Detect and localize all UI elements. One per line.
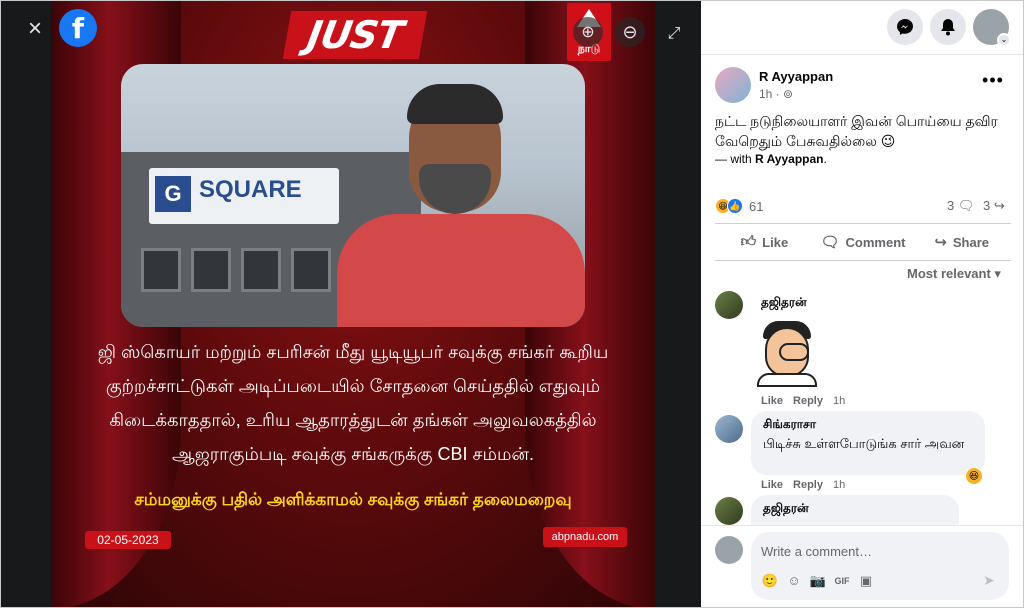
tagged-user-link[interactable]: R Ayyappan — [755, 152, 823, 166]
bell-glyph — [941, 19, 955, 36]
just-in-banner: JUST IN — [282, 11, 428, 105]
post-timestamp[interactable]: 1h · ⊚ — [759, 87, 793, 101]
building-window — [141, 248, 181, 292]
comment-count[interactable]: 3 🗨 — [947, 198, 974, 214]
more-options-icon[interactable]: ••• — [981, 71, 1005, 93]
poster-date: 02-05-2023 — [85, 531, 171, 549]
photo-viewer-window: JUST IN நாடு G SQUARE — [0, 0, 1024, 608]
comment-button[interactable]: 🗨︎ Comment — [814, 224, 913, 260]
post-text: நட்ட நடுநிலையாளர் இவன் பொய்யை தவிர வேறெத… — [715, 113, 998, 149]
comment-icon: 🗨︎ — [820, 234, 840, 251]
top-bar: ⌄ — [701, 1, 1023, 55]
reaction-summary[interactable]: 😆 👍 61 — [715, 197, 763, 215]
comment-composer: 🙂 ☺ 📷 GIF ▣ ➤ — [701, 525, 1023, 607]
comment-time[interactable]: 1h — [833, 395, 845, 407]
comment-input[interactable] — [761, 540, 991, 562]
comment-actions: Like Reply 1h — [761, 395, 845, 407]
comment-bubble: தஜிதரன் — [751, 495, 959, 525]
comment-like-button[interactable]: Like — [761, 479, 783, 491]
poster-highlight: சம்மனுக்கு பதில் அளிக்காமல் சவுக்கு சங்க… — [134, 490, 572, 509]
g-square-name: SQUARE — [199, 176, 302, 203]
comment-text: பிடிச்சு உள்ளபோடுங்க சார் அவன — [763, 436, 965, 451]
zoom-in-icon[interactable]: ⊕ — [573, 17, 603, 47]
commenter-avatar[interactable] — [715, 497, 743, 525]
reaction-count: 61 — [749, 198, 764, 214]
author-avatar[interactable] — [715, 67, 751, 103]
like-reaction-icon: 👍 — [727, 198, 743, 214]
hair — [407, 84, 503, 124]
messenger-icon[interactable] — [887, 9, 923, 45]
poster-headline: ஜி ஸ்கொயர் மற்றும் சபரிசன் மீது யூடியூபர… — [97, 342, 609, 464]
red-shirt — [337, 214, 585, 327]
fullscreen-icon[interactable]: ⤢ — [661, 21, 687, 47]
comment-bubble: சிங்கராசா பிடிச்சு உள்ளபோடுங்க சார் அவன — [751, 411, 985, 475]
g-square-logo: G — [155, 176, 191, 212]
send-icon[interactable]: ➤ — [979, 572, 999, 590]
comment-like-button[interactable]: Like — [761, 395, 783, 407]
sticker-icon[interactable]: ▣ — [857, 572, 875, 590]
camera-icon[interactable]: 📷 — [809, 572, 827, 590]
avatar-sticker-icon[interactable]: 🙂 — [761, 572, 779, 590]
share-count[interactable]: 3 ↪ — [983, 198, 1005, 214]
comment-reply-button[interactable]: Reply — [793, 395, 823, 407]
building-window — [291, 248, 331, 292]
building-window — [241, 248, 281, 292]
poster-site: abpnadu.com — [543, 527, 627, 547]
with-prefix: — with — [715, 152, 756, 166]
comment-sort-dropdown[interactable]: Most relevant ▾ — [907, 266, 1001, 282]
share-icon: ↪ — [934, 234, 947, 251]
person-in-red-shirt — [337, 64, 585, 327]
comment-reply-button[interactable]: Reply — [793, 479, 823, 491]
action-bar: 👍︎ Like 🗨︎ Comment ↪ Share — [715, 223, 1011, 261]
bell-icon[interactable] — [930, 9, 966, 45]
commenter-name[interactable]: தஜிதரன் — [761, 295, 807, 311]
account-avatar[interactable]: ⌄ — [973, 9, 1011, 47]
commenter-name[interactable]: சிங்கராசா — [763, 417, 973, 433]
share-button[interactable]: ↪ Share — [912, 224, 1011, 260]
close-icon[interactable]: × — [19, 13, 51, 45]
comment-box[interactable]: 🙂 ☺ 📷 GIF ▣ ➤ — [751, 532, 1009, 600]
messenger-glyph — [897, 19, 913, 35]
emoji-icon[interactable]: ☺ — [785, 572, 803, 590]
building-window — [191, 248, 231, 292]
author-name[interactable]: R Ayyappan — [759, 69, 833, 84]
sticker-shirt — [757, 373, 817, 387]
my-avatar[interactable] — [715, 536, 743, 564]
comment-label: Comment — [845, 234, 906, 250]
facepalm-sticker — [757, 317, 821, 387]
sticker-hand — [779, 343, 809, 361]
g-square-sign: G SQUARE — [149, 168, 339, 224]
image-viewer: JUST IN நாடு G SQUARE — [1, 1, 701, 607]
zoom-out-icon[interactable]: ⊖ — [615, 17, 645, 47]
like-label: Like — [762, 234, 789, 250]
commenter-avatar[interactable] — [715, 415, 743, 443]
comment-actions: Like Reply 1h — [761, 479, 845, 491]
thumbs-up-icon: 👍︎ — [740, 233, 757, 250]
news-photo: G SQUARE — [121, 64, 585, 327]
tagged-with: — with R Ayyappan. — [715, 152, 827, 166]
commenter-name[interactable]: தஜிதரன் — [763, 501, 947, 517]
news-poster-image: JUST IN நாடு G SQUARE — [51, 1, 655, 607]
share-label: Share — [952, 234, 990, 250]
commenter-avatar[interactable] — [715, 291, 743, 319]
chevron-down-icon: ⌄ — [997, 33, 1011, 47]
facebook-logo-icon[interactable]: f — [59, 9, 97, 47]
comment-time[interactable]: 1h — [833, 479, 845, 491]
haha-reaction-icon[interactable]: 😆 — [965, 467, 983, 485]
with-suffix: . — [823, 152, 827, 166]
post-sidebar: ⌄ R Ayyappan 1h · ⊚ ••• நட்ட நடுநிலையாளர… — [701, 1, 1023, 607]
gif-icon[interactable]: GIF — [833, 572, 851, 590]
like-button[interactable]: 👍︎ Like — [715, 224, 814, 260]
